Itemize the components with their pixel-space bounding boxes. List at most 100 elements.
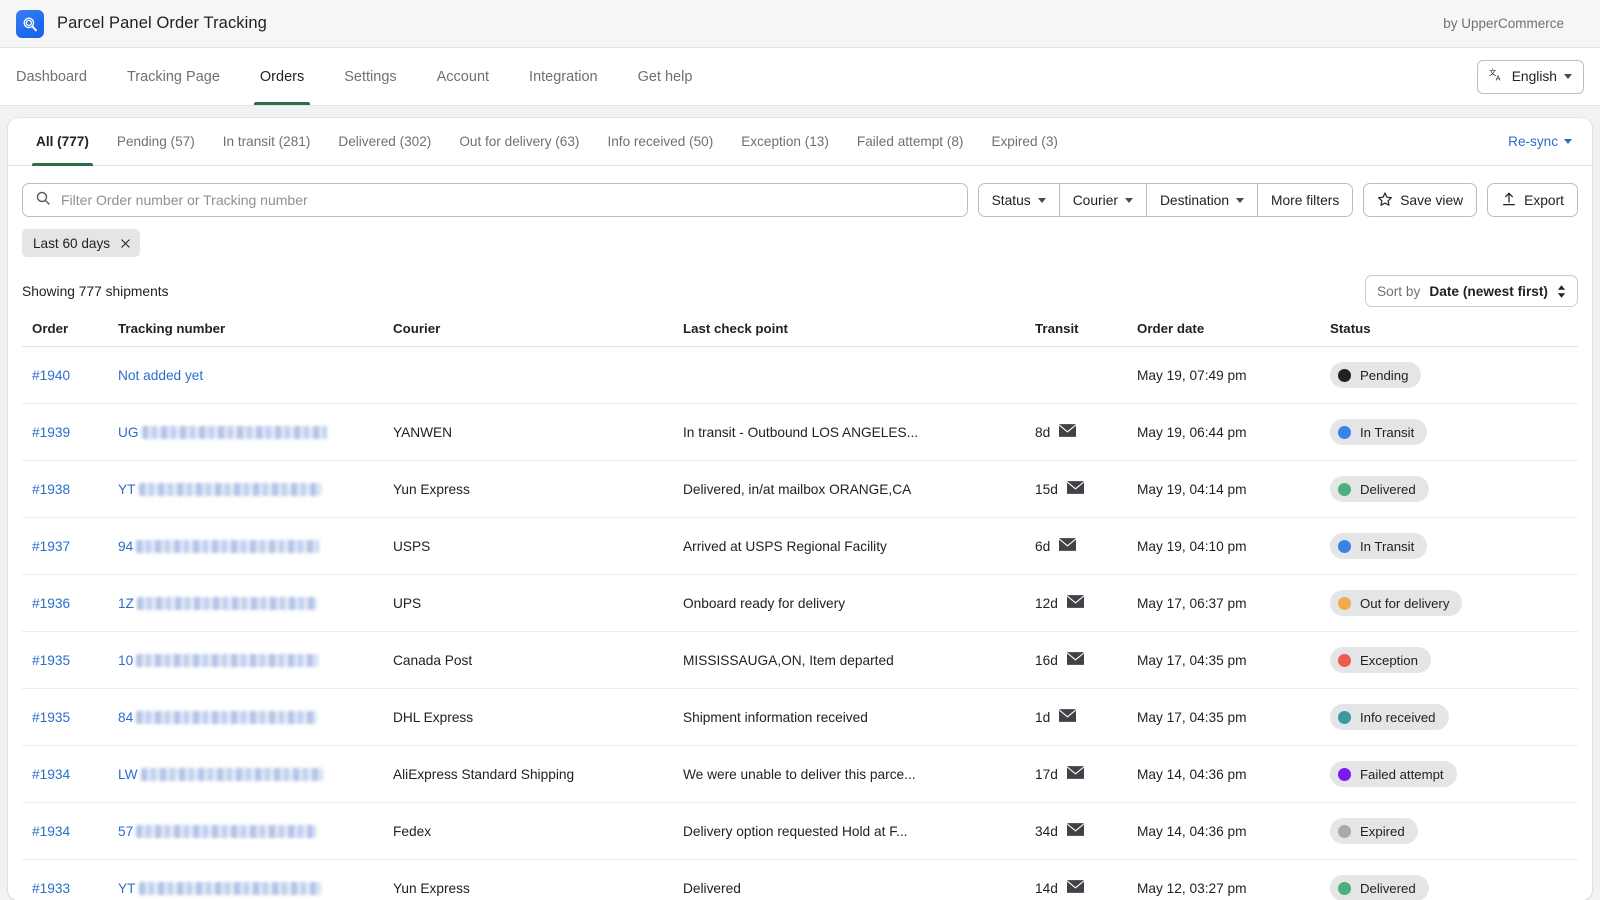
status-badge: In Transit bbox=[1330, 533, 1427, 559]
search-input[interactable] bbox=[61, 192, 955, 208]
last-check-point-text: Delivery option requested Hold at F... bbox=[683, 824, 1035, 839]
table-row[interactable]: #1934LWAliExpress Standard ShippingWe we… bbox=[22, 746, 1578, 803]
tab-out-for-delivery[interactable]: Out for delivery (63) bbox=[445, 118, 593, 165]
cell-status: Pending bbox=[1330, 347, 1578, 404]
search-box[interactable] bbox=[22, 183, 968, 217]
table-row[interactable]: #1933YTYun ExpressDelivered14dMay 12, 03… bbox=[22, 860, 1578, 900]
transit-wrap: 14d bbox=[1035, 880, 1137, 896]
status-badge: Expired bbox=[1330, 818, 1418, 844]
destination-filter-button[interactable]: Destination bbox=[1147, 183, 1258, 217]
nav-item-settings[interactable]: Settings bbox=[324, 48, 416, 105]
nav-item-tracking-page[interactable]: Tracking Page bbox=[107, 48, 240, 105]
order-link[interactable]: #1940 bbox=[32, 368, 70, 383]
nav-item-get-help[interactable]: Get help bbox=[618, 48, 713, 105]
tab-all[interactable]: All (777) bbox=[22, 118, 103, 165]
tab-exception[interactable]: Exception (13) bbox=[727, 118, 843, 165]
table-row[interactable]: #193794USPSArrived at USPS Regional Faci… bbox=[22, 518, 1578, 575]
cell-order-date: May 19, 04:14 pm bbox=[1137, 461, 1330, 518]
tracking-number-link[interactable]: 57 bbox=[118, 824, 393, 839]
more-filters-button[interactable]: More filters bbox=[1258, 183, 1353, 217]
tab-failed-attempt[interactable]: Failed attempt (8) bbox=[843, 118, 978, 165]
status-dot-icon bbox=[1338, 882, 1351, 895]
tracking-number-link[interactable]: 10 bbox=[118, 653, 393, 668]
mail-icon[interactable] bbox=[1067, 481, 1084, 497]
resync-button[interactable]: Re-sync bbox=[1508, 118, 1578, 165]
courier-filter-button[interactable]: Courier bbox=[1060, 183, 1147, 217]
tracking-number-redacted bbox=[136, 825, 317, 838]
mail-icon[interactable] bbox=[1059, 424, 1076, 440]
order-link[interactable]: #1934 bbox=[32, 767, 70, 782]
cell-order-date: May 14, 04:36 pm bbox=[1137, 803, 1330, 860]
mail-icon[interactable] bbox=[1067, 595, 1084, 611]
order-link[interactable]: #1938 bbox=[32, 482, 70, 497]
table-row[interactable]: #1938YTYun ExpressDelivered, in/at mailb… bbox=[22, 461, 1578, 518]
applied-filter-chip[interactable]: Last 60 days bbox=[22, 229, 140, 257]
column-header-checkpoint: Last check point bbox=[683, 307, 1035, 347]
nav-item-account[interactable]: Account bbox=[417, 48, 509, 105]
tracking-number-link[interactable]: YT bbox=[118, 482, 393, 497]
cell-order: #1935 bbox=[22, 689, 118, 746]
cell-last-check-point: Delivered bbox=[683, 860, 1035, 900]
mail-icon[interactable] bbox=[1059, 709, 1076, 725]
transit-days: 12d bbox=[1035, 596, 1058, 611]
status-filter-button[interactable]: Status bbox=[978, 183, 1060, 217]
status-dot-icon bbox=[1338, 768, 1351, 781]
tab-expired[interactable]: Expired (3) bbox=[977, 118, 1071, 165]
filter-bar: Status Courier Destination More filters bbox=[8, 166, 1592, 217]
tracking-number-link[interactable]: 84 bbox=[118, 710, 393, 725]
order-link[interactable]: #1936 bbox=[32, 596, 70, 611]
cell-order: #1935 bbox=[22, 632, 118, 689]
mail-icon[interactable] bbox=[1067, 652, 1084, 668]
cell-status: Failed attempt bbox=[1330, 746, 1578, 803]
transit-days: 8d bbox=[1035, 425, 1050, 440]
mail-icon[interactable] bbox=[1067, 823, 1084, 839]
tab-in-transit[interactable]: In transit (281) bbox=[209, 118, 325, 165]
table-row[interactable]: #19361ZUPSOnboard ready for delivery12dM… bbox=[22, 575, 1578, 632]
status-dot-icon bbox=[1338, 426, 1351, 439]
more-filters-label: More filters bbox=[1271, 193, 1339, 208]
order-link[interactable]: #1933 bbox=[32, 881, 70, 896]
order-link[interactable]: #1937 bbox=[32, 539, 70, 554]
mail-icon[interactable] bbox=[1067, 880, 1084, 896]
tracking-number-link[interactable]: YT bbox=[118, 881, 393, 896]
tracking-number-prefix: 57 bbox=[118, 824, 133, 839]
table-row[interactable]: #1939UGYANWENIn transit - Outbound LOS A… bbox=[22, 404, 1578, 461]
tracking-number-link[interactable]: 94 bbox=[118, 539, 393, 554]
order-link[interactable]: #1934 bbox=[32, 824, 70, 839]
nav-item-integration[interactable]: Integration bbox=[509, 48, 618, 105]
order-link[interactable]: #1939 bbox=[32, 425, 70, 440]
table-row[interactable]: #193457FedexDelivery option requested Ho… bbox=[22, 803, 1578, 860]
tracking-number-link[interactable]: Not added yet bbox=[118, 368, 393, 383]
nav-item-dashboard[interactable]: Dashboard bbox=[0, 48, 107, 105]
language-selector-wrap: 文 A English bbox=[1477, 48, 1584, 105]
table-row[interactable]: #1940Not added yetMay 19, 07:49 pmPendin… bbox=[22, 347, 1578, 404]
tracking-number-link[interactable]: LW bbox=[118, 767, 393, 782]
status-label: Exception bbox=[1360, 653, 1418, 668]
nav-item-orders[interactable]: Orders bbox=[240, 48, 324, 105]
order-link[interactable]: #1935 bbox=[32, 653, 70, 668]
cell-order-date: May 14, 04:36 pm bbox=[1137, 746, 1330, 803]
table-row[interactable]: #193510Canada PostMISSISSAUGA,ON, Item d… bbox=[22, 632, 1578, 689]
tab-delivered[interactable]: Delivered (302) bbox=[324, 118, 445, 165]
sort-by-button[interactable]: Sort by Date (newest first) bbox=[1365, 275, 1578, 307]
tab-pending[interactable]: Pending (57) bbox=[103, 118, 209, 165]
status-badge: Delivered bbox=[1330, 476, 1429, 502]
tracking-number-link[interactable]: 1Z bbox=[118, 596, 393, 611]
tab-info-received[interactable]: Info received (50) bbox=[593, 118, 727, 165]
results-summary-row: Showing 777 shipments Sort by Date (newe… bbox=[8, 257, 1592, 307]
status-filter-label: Status bbox=[992, 193, 1031, 208]
order-link[interactable]: #1935 bbox=[32, 710, 70, 725]
export-button[interactable]: Export bbox=[1487, 183, 1578, 217]
table-row[interactable]: #193584DHL ExpressShipment information r… bbox=[22, 689, 1578, 746]
cell-transit: 34d bbox=[1035, 803, 1137, 860]
tracking-number-link[interactable]: UG bbox=[118, 425, 393, 440]
column-header-order-date: Order date bbox=[1137, 307, 1330, 347]
language-selector-button[interactable]: 文 A English bbox=[1477, 60, 1584, 94]
close-icon[interactable] bbox=[120, 238, 131, 249]
mail-icon[interactable] bbox=[1059, 538, 1076, 554]
cell-last-check-point: Delivery option requested Hold at F... bbox=[683, 803, 1035, 860]
save-view-button[interactable]: Save view bbox=[1363, 183, 1477, 217]
transit-days: 17d bbox=[1035, 767, 1058, 782]
mail-icon[interactable] bbox=[1067, 766, 1084, 782]
tracking-number-prefix: 1Z bbox=[118, 596, 134, 611]
